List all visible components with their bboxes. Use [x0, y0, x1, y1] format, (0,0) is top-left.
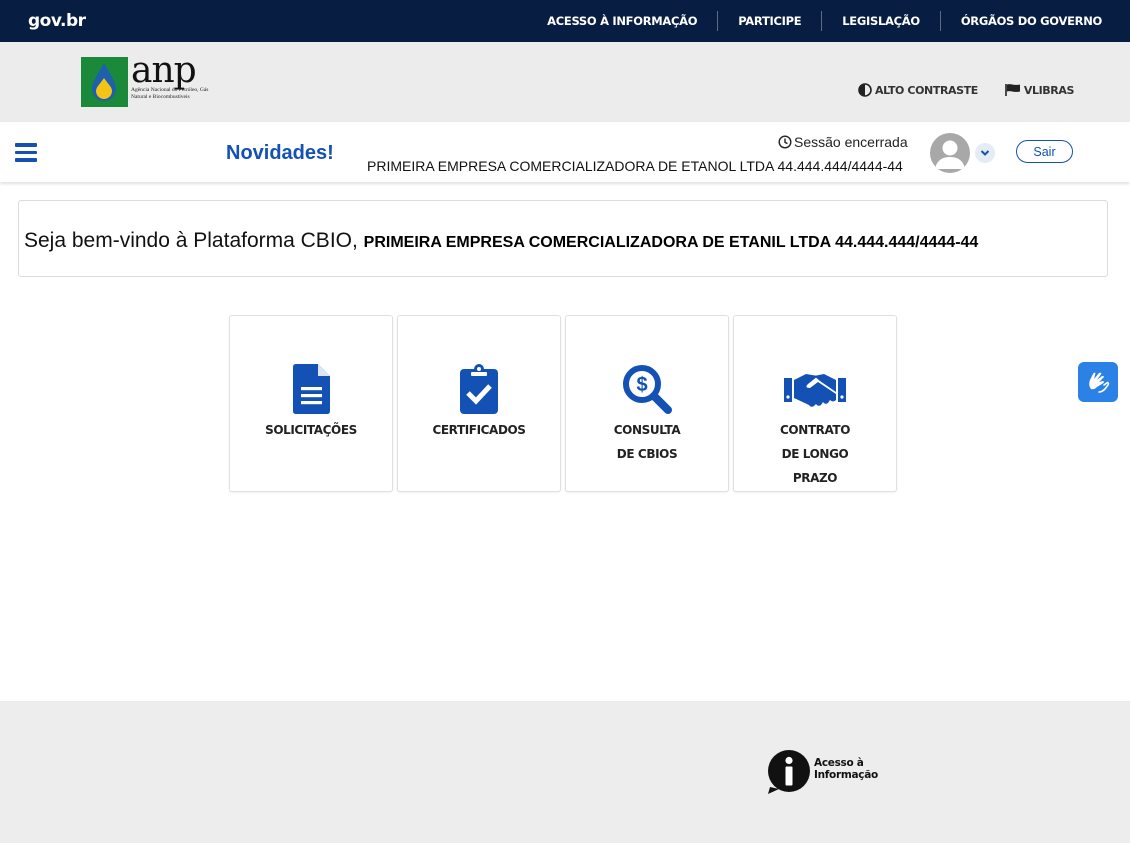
document-icon [292, 364, 330, 414]
nav-row: Novidades! Sessão encerrada PRIMEIRA EMP… [0, 122, 1130, 182]
gov-link-acesso[interactable]: ACESSO À INFORMAÇÃO [527, 14, 717, 28]
company-name: PRIMEIRA EMPRESA COMERCIALIZADORA DE ETA… [367, 158, 903, 174]
hamburger-icon[interactable] [15, 143, 37, 162]
user-icon [935, 140, 965, 169]
novidades-link[interactable]: Novidades! [226, 142, 334, 165]
flag-icon [1005, 84, 1020, 96]
gov-link-orgaos[interactable]: ÓRGÃOS DO GOVERNO [941, 14, 1102, 28]
handshake-icon [784, 374, 846, 407]
card-label: CONSULTA DE CBIOS [613, 423, 681, 461]
sign-language-hands-icon [1089, 372, 1110, 393]
card-certificados[interactable]: CERTIFICADOS [397, 315, 561, 492]
gov-bar: gov.br ACESSO À INFORMAÇÃO PARTICIPE LEG… [0, 0, 1130, 42]
gov-link-participe[interactable]: PARTICIPE [718, 14, 821, 28]
footer: Acesso à Informação [0, 701, 1130, 843]
anp-logo[interactable]: anp Agência Nacional do Petróleo, Gás Na… [81, 50, 208, 110]
welcome-panel: Seja bem-vindo à Plataforma CBIO, PRIMEI… [18, 200, 1108, 277]
anp-subtitle: Agência Nacional do Petróleo, Gás Natura… [131, 87, 209, 100]
user-menu-dropdown[interactable] [975, 143, 995, 163]
logout-button[interactable]: Sair [1016, 140, 1073, 163]
session-status: Sessão encerrada [778, 134, 908, 150]
header-band: anp Agência Nacional do Petróleo, Gás Na… [0, 42, 1130, 122]
contrast-toggle[interactable]: ALTO CONTRASTE [858, 83, 978, 97]
gov-link-legislacao[interactable]: LEGISLAÇÃO [822, 14, 940, 28]
card-label: SOLICITAÇÕES [265, 423, 357, 437]
search-dollar-icon: $ [623, 365, 672, 414]
card-contrato-longo-prazo[interactable]: CONTRATO DE LONGO PRAZO [733, 315, 897, 492]
info-icon[interactable] [767, 749, 811, 795]
gov-logo[interactable]: gov.br [28, 11, 86, 31]
avatar[interactable] [930, 133, 970, 173]
contrast-label: ALTO CONTRASTE [875, 83, 978, 97]
gov-nav: ACESSO À INFORMAÇÃO PARTICIPE LEGISLAÇÃO… [527, 0, 1102, 42]
drop-icon [92, 63, 116, 101]
card-consulta-cbios[interactable]: $ CONSULTA DE CBIOS [565, 315, 729, 492]
vlibras-toggle[interactable]: VLIBRAS [1005, 83, 1074, 97]
chevron-down-icon [980, 150, 990, 156]
card-label: CERTIFICADOS [432, 423, 526, 437]
clipboard-check-icon [460, 364, 498, 414]
anp-wordmark: anp [131, 50, 197, 91]
card-solicitacoes[interactable]: SOLICITAÇÕES [229, 315, 393, 492]
svg-text:$: $ [636, 374, 647, 396]
session-status-label: Sessão encerrada [794, 134, 908, 150]
welcome-greeting: Seja bem-vindo à Plataforma CBIO, [24, 229, 358, 252]
access-info-link[interactable]: Acesso à Informação [814, 757, 878, 781]
accessibility-tools: ALTO CONTRASTE VLIBRAS [831, 83, 1074, 97]
vlibras-label: VLIBRAS [1023, 83, 1075, 97]
clock-icon [778, 135, 792, 149]
vlibras-widget-button[interactable] [1078, 362, 1118, 402]
contrast-icon [858, 83, 872, 97]
welcome-message: Seja bem-vindo à Plataforma CBIO, PRIMEI… [24, 229, 978, 253]
welcome-company: PRIMEIRA EMPRESA COMERCIALIZADORA DE ETA… [363, 234, 979, 251]
anp-flag-icon [81, 57, 128, 107]
card-label: CONTRATO DE LONGO PRAZO [779, 423, 851, 485]
